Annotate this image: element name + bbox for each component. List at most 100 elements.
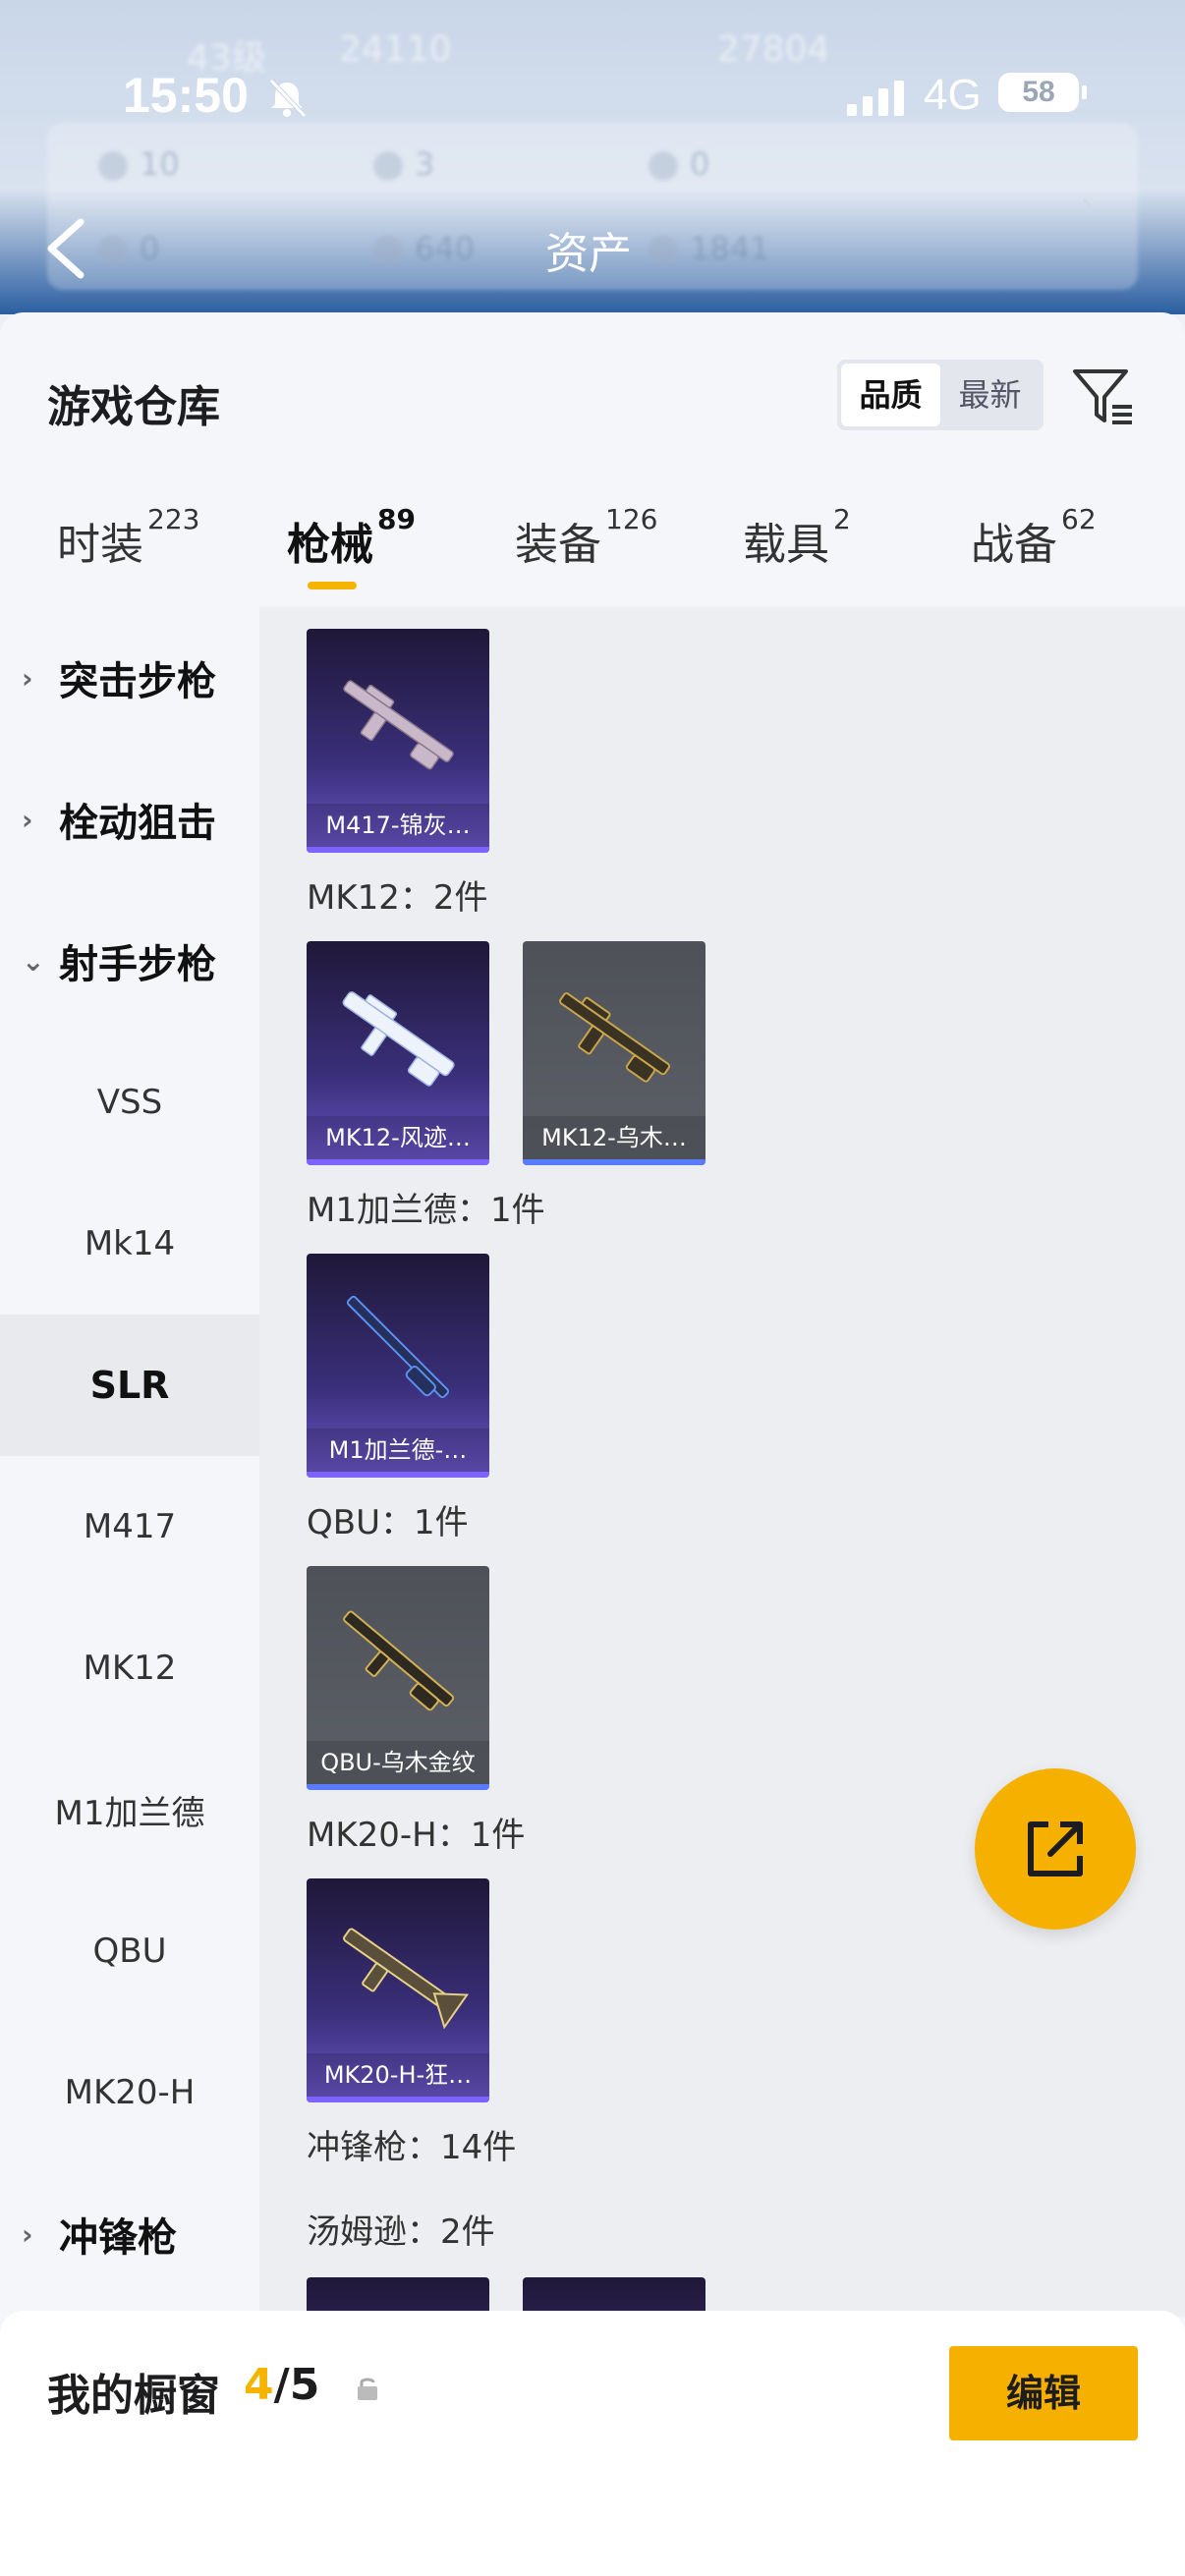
showcase-title: 我的橱窗 — [47, 2371, 220, 2421]
showcase-count-total: /5 — [273, 2360, 320, 2410]
tab-label: 装备 — [515, 520, 601, 570]
active-tab-indicator — [308, 582, 357, 589]
tab-label: 枪械 — [287, 520, 373, 570]
rifle-icon — [342, 991, 455, 1087]
sidebar-item-qbu[interactable]: QBU — [0, 1880, 259, 2022]
group-label: MK20-H：1件 — [307, 1816, 526, 1855]
share-button[interactable] — [975, 1768, 1136, 1930]
tab-fashion[interactable]: 时装223 — [57, 503, 199, 572]
network-type: 4G — [924, 71, 982, 119]
battery-icon: 58 — [998, 73, 1087, 112]
sidebar-item-bolt-sniper[interactable]: › 栓动狙击 — [0, 749, 259, 890]
rarity-bar — [307, 1472, 489, 1478]
rarity-bar — [307, 1159, 489, 1165]
bg-stat: 3 — [373, 145, 434, 183]
rarity-bar — [307, 2097, 489, 2102]
rifle-icon — [343, 1928, 470, 2030]
group-label: QBU：1件 — [307, 1503, 469, 1542]
showcase-count: 4/5 — [244, 2360, 319, 2410]
group-label: 冲锋枪：14件 — [307, 2128, 517, 2167]
tab-count: 2 — [833, 503, 851, 535]
sidebar-item-slr[interactable]: SLR — [0, 1315, 259, 1456]
tab-label: 时装 — [57, 520, 143, 570]
tab-label: 战备 — [971, 520, 1057, 570]
share-icon — [1028, 1821, 1083, 1876]
skin-card[interactable]: MK20-H-狂… — [307, 1878, 489, 2102]
tab-count: 62 — [1061, 503, 1097, 535]
tab-vehicles[interactable]: 载具2 — [743, 503, 851, 572]
filter-icon[interactable] — [1069, 362, 1138, 430]
skin-card[interactable]: MK12-风迹… — [307, 941, 489, 1165]
sidebar-item-label: 射手步枪 — [59, 942, 216, 987]
group-label: MK12：2件 — [307, 878, 488, 918]
sidebar-item-assault-rifle[interactable]: › 突击步枪 — [0, 607, 259, 749]
sidebar-item-label: 突击步枪 — [59, 659, 216, 704]
status-bar: 15:50 4G 58 — [0, 59, 1185, 138]
skin-card[interactable]: QBU-乌木金纹 — [307, 1566, 489, 1790]
tab-count: 223 — [147, 503, 200, 535]
weapon-skin-grid: M417-锦灰… MK12：2件 MK12-风迹… MK12-乌木… M1加兰德… — [259, 607, 1185, 2317]
weapon-category-sidebar: › 突击步枪 › 栓动狙击 ⌄ 射手步枪 VSS Mk14 SLR M417 MK12… — [0, 607, 259, 2317]
sort-toggle: 品质 最新 — [837, 360, 1044, 430]
category-tabs: 时装223 枪械89 装备126 载具2 战备62 — [0, 503, 1185, 607]
sidebar-item-m1-garand[interactable]: M1加兰德 — [0, 1739, 259, 1880]
rifle-icon — [559, 992, 671, 1083]
tab-gear[interactable]: 战备62 — [971, 503, 1097, 572]
sheet-title: 游戏仓库 — [47, 382, 220, 432]
sort-newest-button[interactable]: 最新 — [940, 364, 1040, 426]
skin-card-label: MK12-乌木… — [523, 1116, 705, 1159]
rifle-icon — [346, 1295, 450, 1399]
rifle-icon — [343, 680, 454, 770]
rarity-bar — [523, 1159, 705, 1165]
back-arrow-icon[interactable] — [39, 214, 94, 283]
tab-count: 126 — [605, 503, 658, 535]
chevron-right-icon: › — [22, 803, 33, 836]
rarity-bar — [307, 1784, 489, 1790]
sidebar-item-mk14[interactable]: Mk14 — [0, 1173, 259, 1315]
showcase-count-current: 4 — [244, 2360, 274, 2410]
sidebar-item-marksman-rifle[interactable]: ⌄ 射手步枪 — [0, 890, 259, 1032]
sort-quality-button[interactable]: 品质 — [841, 364, 940, 426]
background-header: 43级 24110 27804 10 3 0 0 640 1841 › 资产 — [0, 0, 1185, 314]
chevron-right-icon: › — [1081, 187, 1093, 221]
skin-card[interactable]: MK12-乌木… — [523, 941, 705, 1165]
group-label: 汤姆逊：2件 — [307, 2212, 495, 2252]
skin-card-label: M1加兰德-… — [307, 1428, 489, 1472]
chevron-down-icon: ⌄ — [22, 944, 45, 978]
sidebar-item-mk20h[interactable]: MK20-H — [0, 2022, 259, 2163]
tab-equipment[interactable]: 装备126 — [515, 503, 657, 572]
signal-icon — [847, 77, 904, 116]
skin-card[interactable]: M417-锦灰… — [307, 629, 489, 853]
bg-stat: 10 — [98, 145, 180, 183]
skin-card-label: MK20-H-狂… — [307, 2053, 489, 2097]
sidebar-item-m417[interactable]: M417 — [0, 1456, 259, 1597]
bg-stat: 1841 — [649, 230, 769, 267]
bg-stat: 0 — [98, 230, 159, 267]
chevron-right-icon: › — [22, 2217, 33, 2251]
sidebar-item-label: 冲锋枪 — [59, 2215, 177, 2261]
sidebar-item-smg[interactable]: › 冲锋枪 — [0, 2163, 259, 2305]
chevron-right-icon: › — [22, 661, 33, 695]
sidebar-item-vss[interactable]: VSS — [0, 1032, 259, 1173]
group-label: M1加兰德：1件 — [307, 1191, 545, 1230]
clock: 15:50 — [123, 68, 249, 123]
edit-button[interactable]: 编辑 — [949, 2346, 1138, 2440]
rifle-icon — [343, 1610, 455, 1711]
tab-count: 89 — [377, 503, 416, 535]
page-title: 资产 — [545, 229, 632, 279]
skin-card[interactable]: M1加兰德-… — [307, 1254, 489, 1478]
warehouse-sheet: 游戏仓库 品质 最新 时装223 枪械89 装备126 载具2 战备62 › 突击… — [0, 312, 1185, 2576]
mute-bell-icon — [269, 79, 307, 118]
sidebar-item-mk12[interactable]: MK12 — [0, 1597, 259, 1739]
skin-card-label: M417-锦灰… — [307, 804, 489, 847]
bg-stat: 640 — [373, 230, 475, 267]
skin-card-label: QBU-乌木金纹 — [307, 1741, 489, 1784]
sidebar-item-label: 栓动狙击 — [59, 801, 216, 846]
rarity-bar — [307, 847, 489, 853]
skin-card-label: MK12-风迹… — [307, 1116, 489, 1159]
tab-guns[interactable]: 枪械89 — [287, 503, 416, 572]
tab-label: 载具 — [743, 520, 829, 570]
showcase-panel: 我的橱窗 4/5 编辑 — [0, 2311, 1185, 2576]
lock-icon — [358, 2378, 377, 2400]
bg-stat: 0 — [649, 145, 709, 183]
